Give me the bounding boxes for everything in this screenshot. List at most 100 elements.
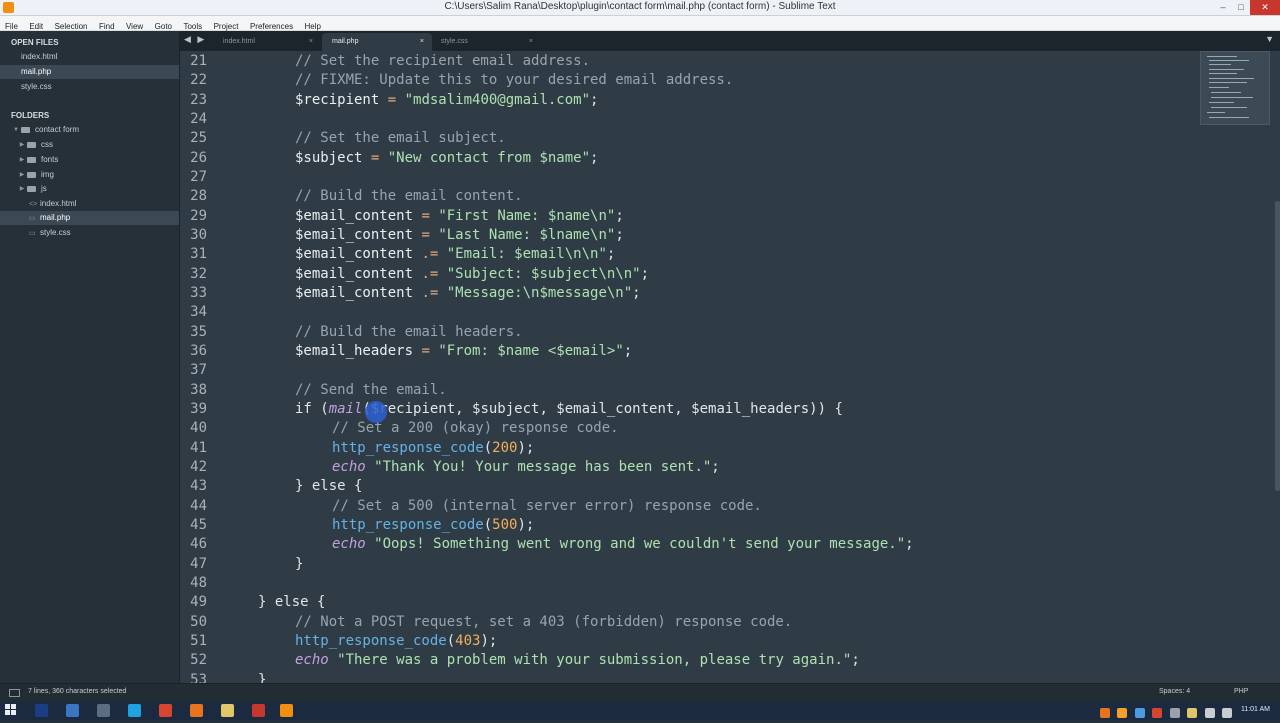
code-line: // Build the email headers. bbox=[295, 324, 523, 340]
title-bar: C:\Users\Salim Rana\Desktop\plugin\conta… bbox=[0, 0, 1280, 16]
file-label: index.html bbox=[40, 199, 77, 208]
window-title: C:\Users\Salim Rana\Desktop\plugin\conta… bbox=[444, 1, 836, 12]
open-files-header: OPEN FILES bbox=[11, 38, 59, 47]
tab-style-css[interactable]: style.css × bbox=[431, 33, 541, 51]
folder-item-root[interactable]: ▼ contact form bbox=[0, 123, 179, 137]
tray-icon[interactable] bbox=[1100, 708, 1110, 718]
maximize-button[interactable]: □ bbox=[1232, 0, 1250, 15]
file-icon: ▭ bbox=[29, 215, 36, 222]
media-icon[interactable] bbox=[252, 704, 265, 717]
folders-header: FOLDERS bbox=[11, 111, 50, 120]
code-line: // Send the email. bbox=[295, 382, 447, 398]
tab-close-icon[interactable]: × bbox=[309, 33, 313, 51]
open-file-label: index.html bbox=[21, 52, 58, 61]
code-line: } bbox=[295, 556, 304, 572]
code-area[interactable]: // Set the recipient email address. // F… bbox=[180, 51, 1200, 683]
collapsed-arrow-icon: ▶ bbox=[19, 142, 25, 148]
tab-close-icon[interactable]: × bbox=[420, 33, 424, 51]
browser-icon[interactable] bbox=[66, 704, 79, 717]
code-line: // Build the email content. bbox=[295, 188, 523, 204]
file-item-selected[interactable]: ▭ mail.php bbox=[0, 211, 179, 225]
folder-label: contact form bbox=[35, 125, 80, 135]
panel-toggle-icon[interactable] bbox=[9, 689, 20, 697]
code-line: http_response_code(200); bbox=[332, 440, 535, 456]
tab-bar: ◀ ▶ index.html × mail.php × style.css × … bbox=[180, 31, 1280, 51]
code-line: // Set a 500 (internal server error) res… bbox=[332, 498, 762, 514]
sublime-taskbar-icon[interactable] bbox=[280, 704, 293, 717]
folder-item[interactable]: ▶ js bbox=[0, 182, 179, 196]
menu-bar: File Edit Selection Find View Goto Tools… bbox=[0, 16, 1280, 31]
tab-mail-php[interactable]: mail.php × bbox=[322, 33, 432, 51]
code-line: // Set the email subject. bbox=[295, 130, 506, 146]
file-label: style.css bbox=[40, 228, 71, 237]
code-line: $email_content = "First Name: $name\n"; bbox=[295, 208, 624, 224]
mouse-cursor-highlight bbox=[365, 401, 387, 423]
volume-icon[interactable] bbox=[1222, 708, 1233, 718]
code-line: http_response_code(500); bbox=[332, 517, 535, 533]
tray-icon[interactable] bbox=[1169, 708, 1180, 718]
photoshop-icon[interactable] bbox=[35, 704, 48, 717]
tab-label: index.html bbox=[223, 38, 255, 45]
collapsed-arrow-icon: ▶ bbox=[19, 157, 25, 163]
indentation-status[interactable]: Spaces: 4 bbox=[1159, 688, 1190, 695]
file-icon: ▭ bbox=[29, 230, 36, 237]
folder-icon bbox=[27, 142, 36, 148]
windows-taskbar: 11:01 AM bbox=[0, 701, 1280, 720]
skype-icon[interactable] bbox=[128, 704, 141, 717]
syntax-status[interactable]: PHP bbox=[1234, 688, 1248, 695]
firefox-icon[interactable] bbox=[190, 704, 203, 717]
folder-icon bbox=[27, 172, 36, 178]
folder-label: css bbox=[41, 140, 53, 150]
code-line: $email_content .= "Email: $email\n\n"; bbox=[295, 246, 616, 262]
tray-icon[interactable] bbox=[1152, 708, 1163, 718]
code-line: // Not a POST request, set a 403 (forbid… bbox=[295, 614, 793, 630]
folder-item[interactable]: ▶ css bbox=[0, 138, 179, 152]
file-explorer-icon[interactable] bbox=[221, 704, 234, 717]
code-line: echo "Oops! Something went wrong and we … bbox=[332, 536, 914, 552]
file-item[interactable]: <> index.html bbox=[0, 197, 179, 211]
tab-index-html[interactable]: index.html × bbox=[211, 33, 321, 51]
tab-menu-chevron-down-icon[interactable]: ▼ bbox=[1265, 34, 1274, 44]
expanded-arrow-icon: ▼ bbox=[13, 127, 19, 133]
code-line: $subject = "New contact from $name"; bbox=[295, 150, 599, 166]
selection-status: 7 lines, 360 characters selected bbox=[28, 688, 127, 695]
code-line: } bbox=[258, 672, 267, 683]
chrome-icon[interactable] bbox=[159, 704, 172, 717]
windows-start-icon[interactable] bbox=[5, 704, 17, 716]
minimize-button[interactable]: – bbox=[1214, 0, 1232, 15]
open-file-label: style.css bbox=[21, 82, 52, 91]
collapsed-arrow-icon: ▶ bbox=[19, 172, 25, 178]
open-file-item-selected[interactable]: mail.php bbox=[0, 65, 179, 79]
vertical-scrollbar[interactable] bbox=[1275, 201, 1280, 491]
network-icon[interactable] bbox=[1204, 708, 1215, 718]
tab-label: mail.php bbox=[332, 38, 359, 45]
open-file-item[interactable]: style.css bbox=[0, 80, 179, 94]
tab-label: style.css bbox=[441, 38, 468, 45]
code-line: // Set the recipient email address. bbox=[295, 53, 591, 69]
code-line: $email_content .= "Subject: $subject\n\n… bbox=[295, 266, 650, 282]
code-line: http_response_code(403); bbox=[295, 633, 498, 649]
app-icon[interactable] bbox=[97, 704, 110, 717]
code-line: } else { bbox=[295, 478, 363, 494]
system-tray bbox=[1100, 705, 1250, 718]
tab-scroll-arrows[interactable]: ◀ ▶ bbox=[184, 34, 206, 45]
minimap[interactable] bbox=[1200, 51, 1270, 125]
folder-item[interactable]: ▶ fonts bbox=[0, 153, 179, 167]
code-file-icon: <> bbox=[29, 201, 38, 208]
close-button[interactable]: ✕ bbox=[1250, 0, 1280, 15]
tray-icon[interactable] bbox=[1187, 708, 1198, 718]
open-file-item[interactable]: index.html bbox=[0, 50, 179, 64]
code-editor[interactable]: 21 22 23 24 25 26 27 28 29 30 31 32 33 3… bbox=[180, 51, 1280, 683]
code-line: } else { bbox=[258, 594, 326, 610]
tray-icon[interactable] bbox=[1117, 708, 1128, 718]
code-line: $recipient = "mdsalim400@gmail.com"; bbox=[295, 92, 599, 108]
file-item[interactable]: ▭ style.css bbox=[0, 226, 179, 240]
tab-close-icon[interactable]: × bbox=[529, 33, 533, 51]
folder-item[interactable]: ▶ img bbox=[0, 168, 179, 182]
collapsed-arrow-icon: ▶ bbox=[19, 186, 25, 192]
file-label: mail.php bbox=[40, 213, 71, 222]
sidebar: OPEN FILES index.html mail.php style.css… bbox=[0, 31, 180, 683]
taskbar-clock[interactable]: 11:01 AM bbox=[1241, 706, 1270, 713]
tray-icon[interactable] bbox=[1134, 708, 1145, 718]
code-line: $email_headers = "From: $name <$email>"; bbox=[295, 343, 633, 359]
